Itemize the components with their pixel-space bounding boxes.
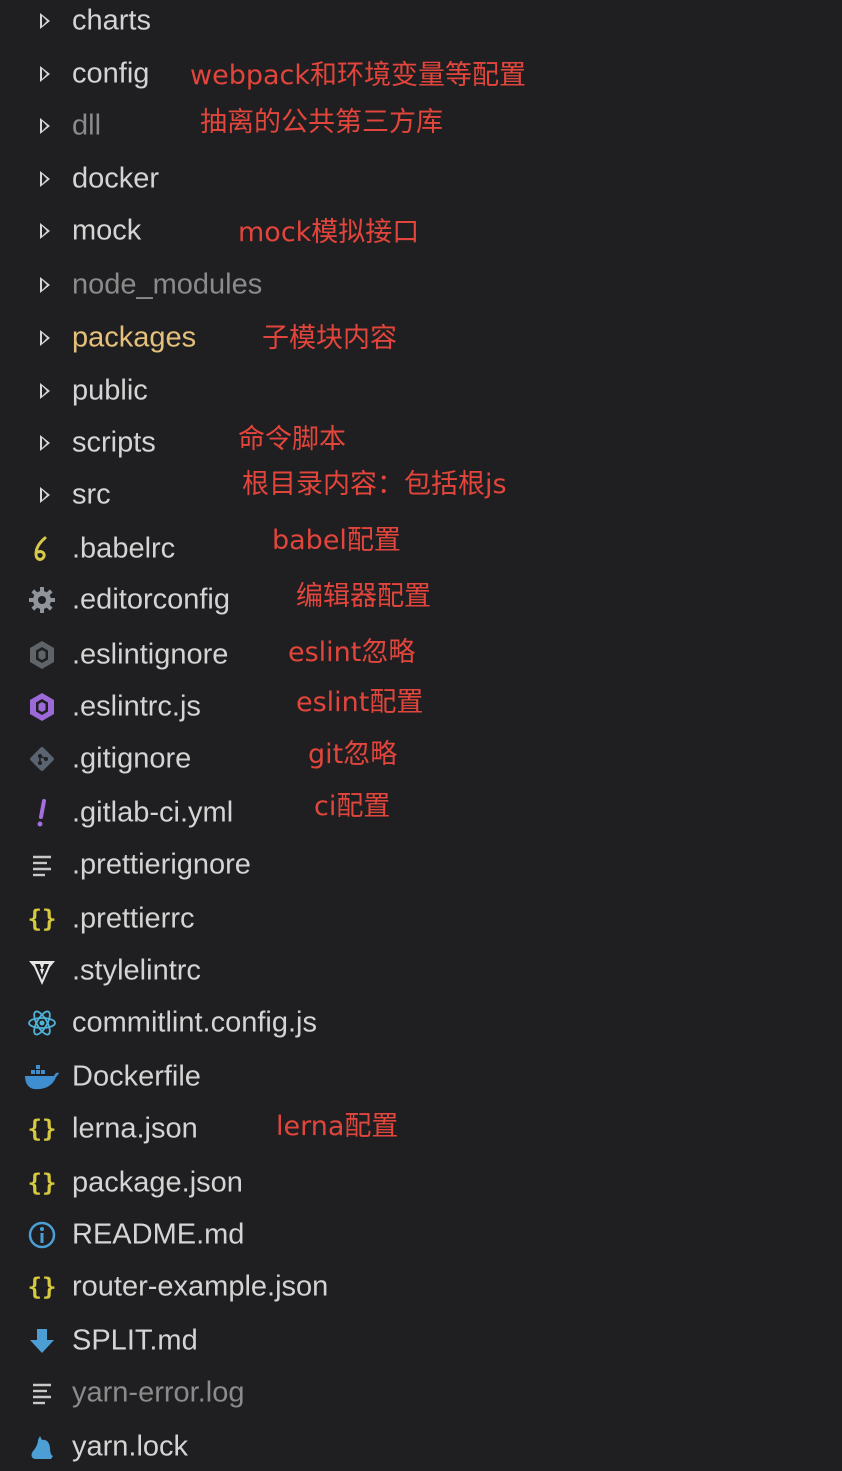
file-row[interactable]: commitlint.config.js	[0, 999, 842, 1047]
svg-text:{}: {}	[28, 905, 57, 933]
json-braces-icon: {}	[24, 901, 60, 937]
folder-name: node_modules	[72, 268, 263, 301]
file-name: commitlint.config.js	[72, 1006, 317, 1039]
gear-icon	[24, 582, 60, 618]
markdown-arrow-icon	[24, 1323, 60, 1359]
svg-text:{}: {}	[28, 1115, 57, 1143]
folder-row[interactable]: docker	[0, 155, 842, 203]
file-name: .eslintignore	[72, 638, 229, 671]
annotation-note: 命令脚本	[238, 424, 346, 455]
file-row[interactable]: .prettierignore	[0, 841, 842, 889]
chevron-right-icon[interactable]	[40, 223, 50, 239]
chevron-right-icon[interactable]	[40, 118, 50, 134]
file-row[interactable]: {} .prettierrc	[0, 895, 842, 943]
annotation-note: 编辑器配置	[296, 581, 431, 612]
folder-row[interactable]: node_modules	[0, 261, 842, 309]
folder-name: dll	[72, 109, 102, 142]
json-braces-icon: {}	[24, 1165, 60, 1201]
annotation-note: 子模块内容	[262, 323, 397, 354]
annotation-note: babel配置	[272, 525, 401, 556]
annotation-note: ci配置	[314, 791, 391, 822]
chevron-right-icon[interactable]	[40, 383, 50, 399]
folder-row[interactable]: packages	[0, 314, 842, 362]
file-name: lerna.json	[72, 1112, 198, 1145]
folder-row[interactable]: scripts	[0, 419, 842, 467]
json-braces-icon: {}	[24, 1269, 60, 1305]
lines-icon	[24, 1375, 60, 1411]
file-row[interactable]: yarn-error.log	[0, 1369, 842, 1417]
file-name: .eslintrc.js	[72, 690, 201, 723]
chevron-right-icon[interactable]	[40, 171, 50, 187]
chevron-right-icon[interactable]	[40, 13, 50, 29]
file-row[interactable]: README.md	[0, 1211, 842, 1259]
annotation-note: lerna配置	[276, 1111, 399, 1142]
file-row[interactable]: .stylelintrc	[0, 947, 842, 995]
babel-icon	[24, 531, 60, 567]
file-name: .gitignore	[72, 742, 192, 775]
file-name: router-example.json	[72, 1270, 329, 1303]
file-row[interactable]: .gitignore	[0, 735, 842, 783]
stylelint-icon	[24, 953, 60, 989]
file-name: SPLIT.md	[72, 1324, 198, 1357]
file-name: .editorconfig	[72, 583, 230, 616]
folder-name: mock	[72, 214, 142, 247]
annotation-note: eslint配置	[296, 687, 424, 718]
json-braces-icon: {}	[24, 1111, 60, 1147]
chevron-right-icon[interactable]	[40, 487, 50, 503]
chevron-right-icon[interactable]	[40, 330, 50, 346]
file-name: .prettierignore	[72, 848, 251, 881]
folder-row[interactable]: charts	[0, 0, 842, 45]
file-name: .babelrc	[72, 532, 176, 565]
yaml-exclamation-icon	[24, 795, 60, 831]
file-name: README.md	[72, 1218, 245, 1251]
folder-name: scripts	[72, 426, 156, 459]
svg-text:{}: {}	[28, 1169, 57, 1197]
file-name: yarn-error.log	[72, 1376, 245, 1409]
info-icon	[24, 1217, 60, 1253]
annotation-note: eslint忽略	[288, 637, 416, 668]
file-name: .prettierrc	[72, 902, 195, 935]
folder-row[interactable]: mock	[0, 207, 842, 255]
file-row[interactable]: SPLIT.md	[0, 1317, 842, 1365]
annotation-note: webpack和环境变量等配置	[190, 60, 526, 91]
chevron-right-icon[interactable]	[40, 435, 50, 451]
chevron-right-icon[interactable]	[40, 277, 50, 293]
annotation-note: 抽离的公共第三方库	[200, 107, 443, 138]
yarn-cat-icon	[24, 1429, 60, 1465]
file-name: .stylelintrc	[72, 954, 201, 987]
git-icon	[24, 741, 60, 777]
folder-name: packages	[72, 321, 197, 354]
file-row[interactable]: yarn.lock	[0, 1423, 842, 1471]
folder-row[interactable]: public	[0, 367, 842, 415]
file-row[interactable]: {} package.json	[0, 1159, 842, 1207]
folder-name: docker	[72, 162, 160, 195]
folder-name: public	[72, 374, 148, 407]
file-row[interactable]: {} lerna.json	[0, 1105, 842, 1153]
file-name: .gitlab-ci.yml	[72, 796, 234, 829]
annotation-note: 根目录内容：包括根js	[242, 469, 507, 500]
folder-name: src	[72, 478, 111, 511]
lines-icon	[24, 847, 60, 883]
file-row[interactable]: .eslintignore	[0, 631, 842, 679]
file-name: Dockerfile	[72, 1060, 201, 1093]
annotation-note: git忽略	[308, 739, 398, 770]
docker-whale-icon	[24, 1059, 60, 1095]
file-row[interactable]: .babelrc	[0, 525, 842, 573]
atom-icon	[24, 1005, 60, 1041]
folder-name: charts	[72, 4, 151, 37]
file-name: package.json	[72, 1166, 243, 1199]
folder-name: config	[72, 57, 150, 90]
file-explorer-tree: charts config webpack和环境变量等配置 dll 抽离的公共第三方库 d…	[0, 0, 842, 1470]
chevron-right-icon[interactable]	[40, 66, 50, 82]
eslint-gray-icon	[24, 637, 60, 673]
svg-text:{}: {}	[28, 1273, 57, 1301]
file-row[interactable]: {} router-example.json	[0, 1263, 842, 1311]
annotation-note: mock模拟接口	[238, 217, 420, 248]
file-name: yarn.lock	[72, 1430, 189, 1463]
eslint-purple-icon	[24, 689, 60, 725]
file-row[interactable]: .gitlab-ci.yml	[0, 789, 842, 837]
file-row[interactable]: Dockerfile	[0, 1053, 842, 1101]
